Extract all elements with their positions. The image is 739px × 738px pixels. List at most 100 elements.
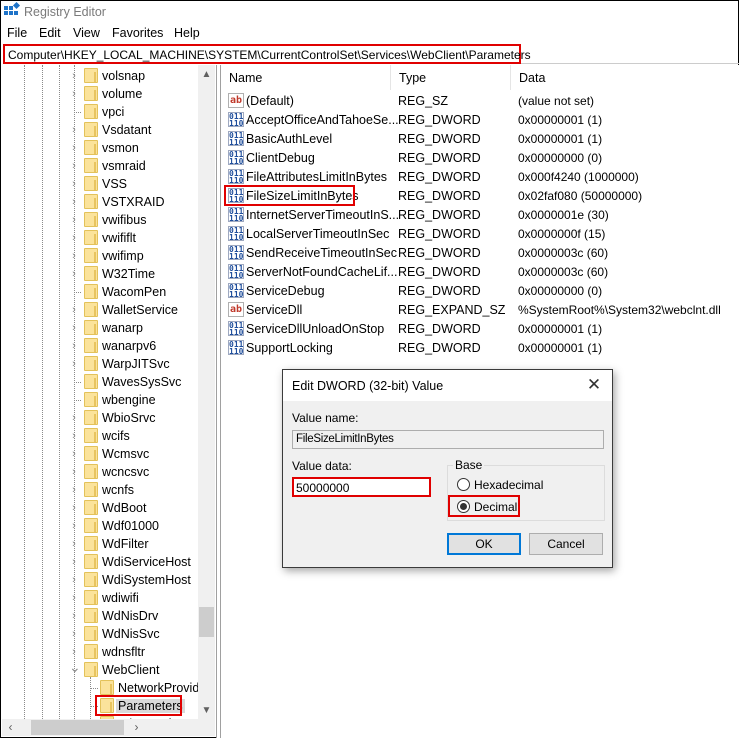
tree-item[interactable]: ⌄ WebClient [2,660,200,679]
chevron-right-icon[interactable]: › [69,556,79,568]
tree-item[interactable]: › wcnfs [2,481,200,499]
chevron-right-icon[interactable]: › [69,448,79,460]
list-row[interactable]: 011 110 ServiceDebug REG_DWORD 0x00000000 (0… [221,281,739,300]
chevron-right-icon[interactable]: › [69,574,79,586]
list-row[interactable]: ab ServiceDll REG_EXPAND_SZ %SystemRoot%\Sy… [221,300,739,319]
tree-item[interactable]: › vsmon [2,139,200,157]
list-row[interactable]: 011 110 LocalServerTimeoutInSec REG_DWORD 0x… [221,224,739,243]
tree-item[interactable]: › wcncsvc [2,463,200,481]
chevron-right-icon[interactable]: › [69,592,79,604]
chevron-right-icon[interactable]: › [69,610,79,622]
tree-item[interactable]: › WdNisSvc [2,625,200,643]
tree-item[interactable]: › Wdf01000 [2,517,200,535]
menu-edit[interactable]: Edit [39,26,61,40]
chevron-right-icon[interactable]: › [69,412,79,424]
chevron-right-icon[interactable]: › [69,646,79,658]
menu-favorites[interactable]: Favorites [112,26,163,40]
tree-item[interactable]: › vsmraid [2,157,200,175]
tree-item[interactable]: › WdiServiceHost [2,553,200,571]
chevron-right-icon[interactable]: › [69,196,79,208]
column-header-name[interactable]: Name [221,65,391,90]
ok-button[interactable]: OK [447,533,521,555]
chevron-right-icon[interactable]: › [69,70,79,82]
chevron-down-icon[interactable]: ⌄ [69,660,81,674]
scroll-left-icon[interactable]: ‹ [2,719,19,736]
column-header-type[interactable]: Type [391,65,511,90]
tree-item[interactable]: › volsnap [2,67,200,85]
list-row[interactable]: 011 110 FileAttributesLimitInBytes REG_DWOR… [221,167,739,186]
tree-item[interactable]: › VSTXRAID [2,193,200,211]
chevron-right-icon[interactable]: › [69,322,79,334]
value-data-input[interactable]: 50000000 [292,477,431,497]
tree-item[interactable]: › wdnsfltr [2,643,200,661]
chevron-right-icon[interactable]: › [69,88,79,100]
address-bar[interactable]: Computer\HKEY_LOCAL_MACHINE\SYSTEM\Curre… [3,44,531,64]
scrollbar-thumb[interactable] [31,720,124,735]
list-row[interactable]: 011 110 ServerNotFoundCacheLif... REG_DWORD… [221,262,739,281]
tree-item[interactable]: WavesSysSvc [2,373,200,391]
tree-item[interactable]: › W32Time [2,265,200,283]
tree-item[interactable]: › wanarpv6 [2,337,200,355]
tree-item[interactable]: › Wcmsvc [2,445,200,463]
chevron-right-icon[interactable]: › [69,430,79,442]
chevron-right-icon[interactable]: › [69,178,79,190]
chevron-right-icon[interactable]: › [69,232,79,244]
chevron-right-icon[interactable]: › [69,628,79,640]
hexadecimal-radio[interactable] [457,478,470,491]
list-row[interactable]: 011 110 SupportLocking REG_DWORD 0x00000001 … [221,338,739,357]
chevron-right-icon[interactable]: › [69,304,79,316]
chevron-right-icon[interactable]: › [69,484,79,496]
chevron-right-icon[interactable]: › [69,124,79,136]
tree-horizontal-scrollbar[interactable]: ‹ › [2,719,215,736]
list-row[interactable]: 011 110 BasicAuthLevel REG_DWORD 0x00000001 … [221,129,739,148]
menu-file[interactable]: File [7,26,27,40]
scroll-down-icon[interactable]: ▼ [198,702,215,719]
chevron-right-icon[interactable]: › [69,502,79,514]
tree-item[interactable]: › WarpJITSvc [2,355,200,373]
tree-item[interactable]: › VSS [2,175,200,193]
chevron-right-icon[interactable]: › [69,466,79,478]
tree-item[interactable]: › volume [2,85,200,103]
tree-item[interactable]: › WdiSystemHost [2,571,200,589]
tree-item[interactable]: › vwififlt [2,229,200,247]
chevron-right-icon[interactable]: › [69,268,79,280]
list-row[interactable]: 011 110 ServiceDllUnloadOnStop REG_DWORD 0x0… [221,319,739,338]
scroll-right-icon[interactable]: › [128,719,145,736]
list-row[interactable]: 011 110 InternetServerTimeoutInS... REG_DWO… [221,205,739,224]
tree-item[interactable]: › WbioSrvc [2,409,200,427]
chevron-right-icon[interactable]: › [69,538,79,550]
chevron-right-icon[interactable]: › [69,160,79,172]
menu-help[interactable]: Help [174,26,200,40]
cancel-button[interactable]: Cancel [529,533,603,555]
tree-item[interactable]: › WalletService [2,301,200,319]
chevron-right-icon[interactable]: › [69,250,79,262]
tree-item[interactable]: WacomPen [2,283,200,301]
list-row[interactable]: 011 110 ClientDebug REG_DWORD 0x00000000 (0) [221,148,739,167]
chevron-right-icon[interactable]: › [69,214,79,226]
tree-item[interactable]: › WdBoot [2,499,200,517]
list-row[interactable]: 011 110 AcceptOfficeAndTahoeSe... REG_DWORD… [221,110,739,129]
column-header-data[interactable]: Data [511,65,739,90]
list-row[interactable]: 011 110 SendReceiveTimeoutInSec REG_DWORD 0x… [221,243,739,262]
tree-item[interactable]: › wanarp [2,319,200,337]
chevron-right-icon[interactable]: › [69,340,79,352]
tree-item[interactable]: › vwifibus [2,211,200,229]
tree-item[interactable]: wbengine [2,391,200,409]
tree-item[interactable]: › vwifimp [2,247,200,265]
menu-view[interactable]: View [73,26,100,40]
scroll-up-icon[interactable]: ▲ [198,66,215,83]
chevron-right-icon[interactable]: › [69,142,79,154]
tree-item[interactable]: › wdiwifi [2,589,200,607]
chevron-right-icon[interactable]: › [69,520,79,532]
tree-item[interactable]: › Vsdatant [2,121,200,139]
tree-item[interactable]: › WdNisDrv [2,607,200,625]
scrollbar-thumb[interactable] [199,607,214,637]
close-icon[interactable]: ✕ [584,375,604,395]
tree-item[interactable]: vpci [2,103,200,121]
chevron-right-icon[interactable]: › [69,358,79,370]
list-row[interactable]: ab (Default) REG_SZ (value not set) [221,91,739,110]
tree-vertical-scrollbar[interactable]: ▲ ▼ [198,65,215,720]
hexadecimal-label[interactable]: Hexadecimal [474,478,543,492]
tree-item[interactable]: › WdFilter [2,535,200,553]
tree-item[interactable]: › wcifs [2,427,200,445]
